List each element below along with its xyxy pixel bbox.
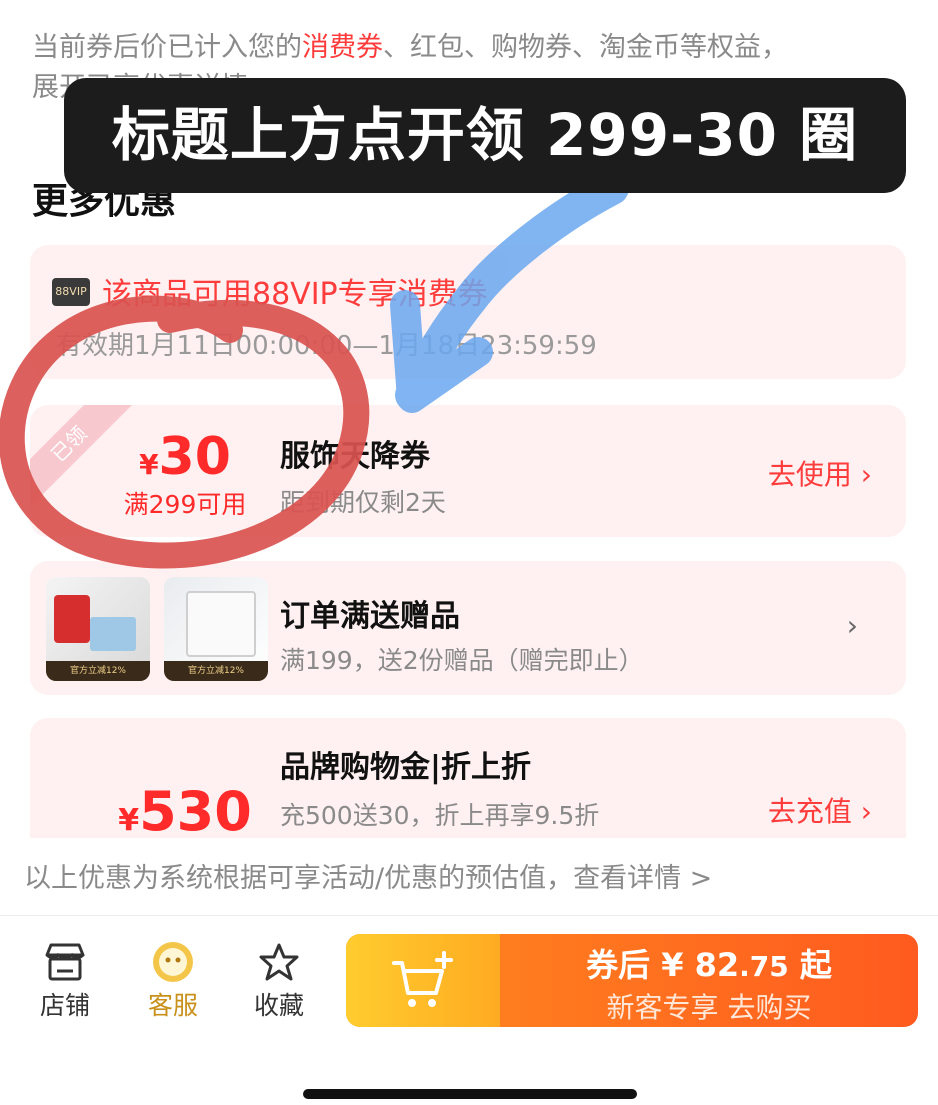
red-circle-annotation: [0, 295, 370, 569]
annotation-banner: 标题上方点开领 299-30 圈: [64, 78, 906, 193]
blue-arrow-annotation: [390, 171, 629, 413]
